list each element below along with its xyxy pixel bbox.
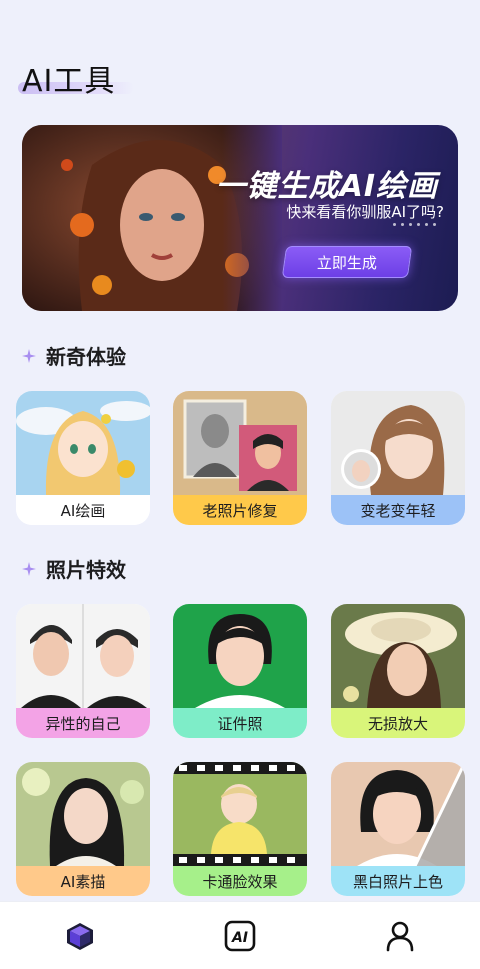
card-label: 老照片修复 — [173, 495, 307, 525]
generate-now-label: 立即生成 — [316, 253, 377, 272]
tool-card-old-photo-restore[interactable]: 老照片修复 — [173, 391, 307, 525]
page-title: AI工具 — [22, 64, 116, 99]
card-label: 证件照 — [173, 708, 307, 738]
card-label: 卡通脸效果 — [173, 866, 307, 896]
sketch-portrait-image — [16, 762, 150, 866]
promo-banner[interactable]: 一键生成AI绘画 快来看看你驯服AI了吗? 立即生成 — [22, 125, 458, 311]
upscale-image — [331, 604, 465, 708]
colorize-image — [331, 762, 465, 866]
ai-icon: AI — [224, 920, 256, 951]
section-title: 照片特效 — [46, 558, 126, 582]
tab-ai[interactable]: AI — [210, 906, 270, 966]
tool-card-cartoon-face[interactable]: 卡通脸效果 — [173, 762, 307, 896]
tool-card-lossless-upscale[interactable]: 无损放大 — [331, 604, 465, 738]
tab-profile[interactable] — [370, 906, 430, 966]
card-label: 变老变年轻 — [331, 495, 465, 525]
section-heading-novel: 新奇体验 — [22, 341, 126, 370]
tool-card-colorize[interactable]: 黑白照片上色 — [331, 762, 465, 896]
id-photo-image — [173, 604, 307, 708]
banner-subtitle: 快来看看你驯服AI了吗? — [286, 203, 444, 221]
banner-dots-decoration — [393, 223, 436, 226]
cartoon-child-image — [173, 762, 307, 866]
tool-card-gender-swap[interactable]: 异性的自己 — [16, 604, 150, 738]
sparkle-icon — [22, 348, 36, 363]
banner-headline: 一键生成AI绘画 — [215, 169, 438, 204]
old-photo-image — [173, 391, 307, 495]
tool-card-ai-sketch[interactable]: AI素描 — [16, 762, 150, 896]
svg-text:AI: AI — [231, 930, 248, 946]
gender-swap-image — [16, 604, 150, 708]
sparkle-icon — [22, 561, 36, 576]
card-label: AI绘画 — [16, 495, 150, 525]
card-label: AI素描 — [16, 866, 150, 896]
bottom-tab-bar: AI — [0, 901, 480, 969]
tool-card-age-change[interactable]: 变老变年轻 — [331, 391, 465, 525]
banner-portrait-image — [22, 125, 282, 311]
age-change-image — [331, 391, 465, 495]
tool-card-ai-painting[interactable]: AI绘画 — [16, 391, 150, 525]
section-heading-photo-effects: 照片特效 — [22, 554, 126, 583]
card-label: 无损放大 — [331, 708, 465, 738]
tool-card-id-photo[interactable]: 证件照 — [173, 604, 307, 738]
section-title: 新奇体验 — [46, 345, 126, 369]
card-label: 黑白照片上色 — [331, 866, 465, 896]
cube-icon — [67, 922, 93, 950]
generate-now-button[interactable]: 立即生成 — [281, 246, 413, 278]
tab-tools[interactable] — [50, 906, 110, 966]
person-icon — [386, 921, 414, 951]
page-header: AI工具 — [18, 56, 134, 100]
card-label: 异性的自己 — [16, 708, 150, 738]
anime-girl-image — [16, 391, 150, 495]
